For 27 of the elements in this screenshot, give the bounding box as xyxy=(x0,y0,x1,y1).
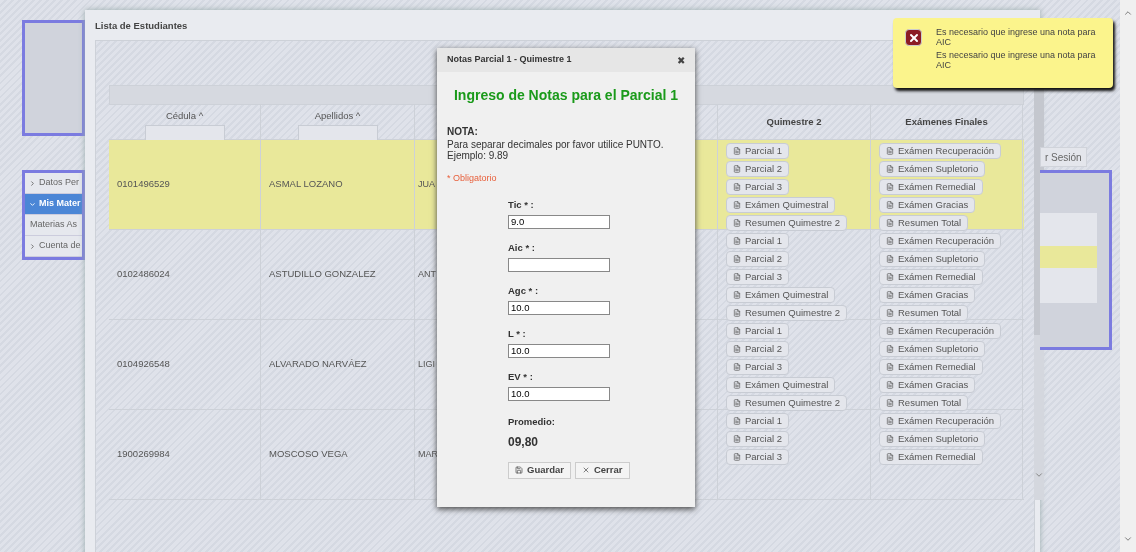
average-value: 09,80 xyxy=(508,433,540,451)
field-label: Tic * : xyxy=(508,197,535,212)
table-cell-text: LIGI xyxy=(418,357,435,371)
field-label: L * : xyxy=(508,326,527,341)
note-text: Para separar decimales por favor utilice PUNTO. Ejemplo: 9.89 xyxy=(446,139,665,161)
table-cell-text: MAR xyxy=(418,447,438,461)
table-cell: ALVARADO NARVÁEZ xyxy=(269,357,367,372)
field-label: Agc * : xyxy=(508,283,540,298)
dialog-heading: Ingreso de Notas para el Parcial 1 xyxy=(452,86,680,105)
panel-title: Lista de Estudiantes xyxy=(95,19,188,33)
table-cell: 0102486024 xyxy=(117,267,170,282)
note-label: NOTA: xyxy=(446,125,479,139)
table-cell: ASMAL LOZANO xyxy=(269,177,343,192)
field-label: Aic * : xyxy=(508,240,536,255)
table-cell: 0104926548 xyxy=(117,357,170,372)
required-note: * Obligatorio xyxy=(446,172,498,185)
table-cell-text: ANT xyxy=(418,267,436,281)
notification-title: Es necesario que ingrese una nota para AIC xyxy=(936,27,1096,47)
average-label: Promedio: xyxy=(508,414,556,429)
table-cell: ASTUDILLO GONZALEZ xyxy=(269,267,376,282)
table-cell: MOSCOSO VEGA xyxy=(269,447,348,462)
table-cell-text: JUA xyxy=(418,177,435,191)
notification-message: Es necesario que ingrese una nota para AIC xyxy=(936,50,1096,70)
table-cell: 0101496529 xyxy=(117,177,170,192)
dialog-title: Notas Parcial 1 - Quimestre 1 xyxy=(447,53,572,67)
field-label: EV * : xyxy=(508,369,534,384)
table-cell: 1900269984 xyxy=(117,447,170,462)
